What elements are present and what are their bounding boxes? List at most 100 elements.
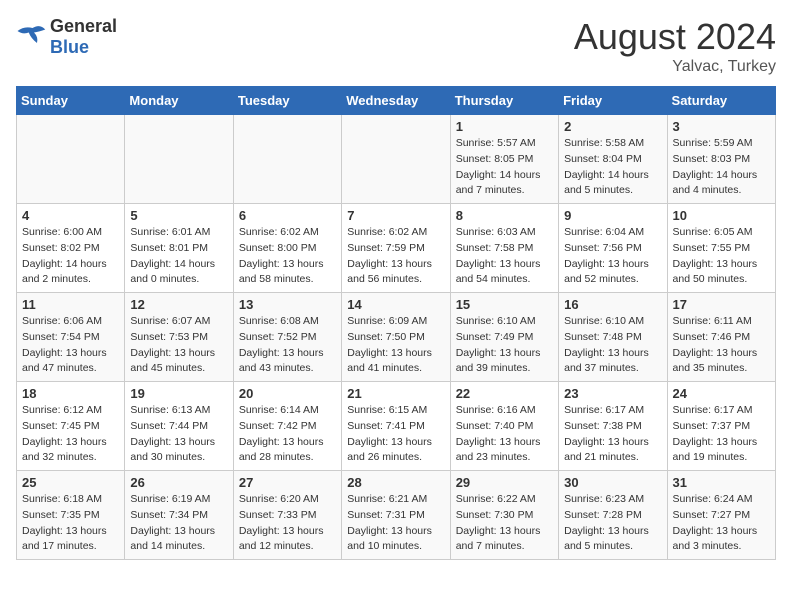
day-number: 21 <box>347 386 444 401</box>
calendar-cell <box>342 115 450 204</box>
day-info: Sunrise: 6:08 AM Sunset: 7:52 PM Dayligh… <box>239 314 336 377</box>
day-info: Sunrise: 5:57 AM Sunset: 8:05 PM Dayligh… <box>456 136 553 199</box>
day-info: Sunrise: 6:17 AM Sunset: 7:37 PM Dayligh… <box>673 403 770 466</box>
calendar-cell: 2 Sunrise: 5:58 AM Sunset: 8:04 PM Daylig… <box>559 115 667 204</box>
logo-text: GeneralBlue <box>50 16 117 58</box>
day-number: 8 <box>456 208 553 223</box>
day-number: 1 <box>456 119 553 134</box>
calendar-cell: 12Sunrise: 6:07 AM Sunset: 7:53 PM Dayli… <box>125 293 233 382</box>
day-number: 9 <box>564 208 661 223</box>
logo: GeneralBlue <box>16 16 117 58</box>
calendar-cell: 20 Sunrise: 6:14 AM Sunset: 7:42 PM Dayli… <box>233 382 341 471</box>
location-subtitle: Yalvac, Turkey <box>574 58 776 76</box>
day-number: 10 <box>673 208 770 223</box>
day-number: 5 <box>130 208 227 223</box>
day-info: Sunrise: 6:14 AM Sunset: 7:42 PM Dayligh… <box>239 403 336 466</box>
day-info: Sunrise: 6:21 AM Sunset: 7:31 PM Dayligh… <box>347 492 444 555</box>
calendar-cell <box>17 115 125 204</box>
day-number: 7 <box>347 208 444 223</box>
calendar-cell: 25 Sunrise: 6:18 AM Sunset: 7:35 PM Dayli… <box>17 471 125 560</box>
calendar-cell: 10 Sunrise: 6:05 AM Sunset: 7:55 PM Dayli… <box>667 204 775 293</box>
calendar-cell: 4 Sunrise: 6:00 AM Sunset: 8:02 PM Daylig… <box>17 204 125 293</box>
day-info: Sunrise: 6:01 AM Sunset: 8:01 PM Dayligh… <box>130 225 227 288</box>
weekday-header-row: SundayMondayTuesdayWednesdayThursdayFrid… <box>17 87 776 115</box>
day-number: 6 <box>239 208 336 223</box>
day-info: Sunrise: 6:03 AM Sunset: 7:58 PM Dayligh… <box>456 225 553 288</box>
calendar-cell: 7 Sunrise: 6:02 AM Sunset: 7:59 PM Daylig… <box>342 204 450 293</box>
day-number: 23 <box>564 386 661 401</box>
weekday-header-saturday: Saturday <box>667 87 775 115</box>
calendar-week-row-2: 4 Sunrise: 6:00 AM Sunset: 8:02 PM Daylig… <box>17 204 776 293</box>
day-number: 14 <box>347 297 444 312</box>
calendar-cell: 13 Sunrise: 6:08 AM Sunset: 7:52 PM Dayli… <box>233 293 341 382</box>
calendar-cell: 27Sunrise: 6:20 AM Sunset: 7:33 PM Dayli… <box>233 471 341 560</box>
title-block: August 2024 Yalvac, Turkey <box>574 16 776 76</box>
day-info: Sunrise: 6:11 AM Sunset: 7:46 PM Dayligh… <box>673 314 770 377</box>
calendar-cell: 1 Sunrise: 5:57 AM Sunset: 8:05 PM Daylig… <box>450 115 558 204</box>
calendar-cell: 11Sunrise: 6:06 AM Sunset: 7:54 PM Dayli… <box>17 293 125 382</box>
weekday-header-friday: Friday <box>559 87 667 115</box>
calendar-cell: 24 Sunrise: 6:17 AM Sunset: 7:37 PM Dayli… <box>667 382 775 471</box>
calendar-week-row-5: 25 Sunrise: 6:18 AM Sunset: 7:35 PM Dayli… <box>17 471 776 560</box>
logo-bird-icon <box>16 22 46 52</box>
day-number: 15 <box>456 297 553 312</box>
day-number: 12 <box>130 297 227 312</box>
day-number: 4 <box>22 208 119 223</box>
day-info: Sunrise: 6:19 AM Sunset: 7:34 PM Dayligh… <box>130 492 227 555</box>
day-info: Sunrise: 6:10 AM Sunset: 7:49 PM Dayligh… <box>456 314 553 377</box>
day-info: Sunrise: 6:05 AM Sunset: 7:55 PM Dayligh… <box>673 225 770 288</box>
calendar-cell: 31Sunrise: 6:24 AM Sunset: 7:27 PM Dayli… <box>667 471 775 560</box>
calendar-cell: 17 Sunrise: 6:11 AM Sunset: 7:46 PM Dayli… <box>667 293 775 382</box>
day-number: 18 <box>22 386 119 401</box>
day-number: 27 <box>239 475 336 490</box>
day-number: 25 <box>22 475 119 490</box>
day-number: 26 <box>130 475 227 490</box>
weekday-header-tuesday: Tuesday <box>233 87 341 115</box>
day-info: Sunrise: 6:00 AM Sunset: 8:02 PM Dayligh… <box>22 225 119 288</box>
day-number: 30 <box>564 475 661 490</box>
calendar-cell: 19Sunrise: 6:13 AM Sunset: 7:44 PM Dayli… <box>125 382 233 471</box>
day-info: Sunrise: 6:02 AM Sunset: 7:59 PM Dayligh… <box>347 225 444 288</box>
day-number: 24 <box>673 386 770 401</box>
day-info: Sunrise: 5:58 AM Sunset: 8:04 PM Dayligh… <box>564 136 661 199</box>
weekday-header-wednesday: Wednesday <box>342 87 450 115</box>
calendar-week-row-3: 11Sunrise: 6:06 AM Sunset: 7:54 PM Dayli… <box>17 293 776 382</box>
day-number: 17 <box>673 297 770 312</box>
calendar-cell: 6Sunrise: 6:02 AM Sunset: 8:00 PM Daylig… <box>233 204 341 293</box>
day-info: Sunrise: 6:16 AM Sunset: 7:40 PM Dayligh… <box>456 403 553 466</box>
day-info: Sunrise: 6:04 AM Sunset: 7:56 PM Dayligh… <box>564 225 661 288</box>
day-info: Sunrise: 6:24 AM Sunset: 7:27 PM Dayligh… <box>673 492 770 555</box>
calendar-cell <box>233 115 341 204</box>
calendar-week-row-1: 1 Sunrise: 5:57 AM Sunset: 8:05 PM Daylig… <box>17 115 776 204</box>
weekday-header-thursday: Thursday <box>450 87 558 115</box>
calendar-cell: 22 Sunrise: 6:16 AM Sunset: 7:40 PM Dayli… <box>450 382 558 471</box>
day-number: 16 <box>564 297 661 312</box>
calendar-cell: 16 Sunrise: 6:10 AM Sunset: 7:48 PM Dayli… <box>559 293 667 382</box>
day-info: Sunrise: 5:59 AM Sunset: 8:03 PM Dayligh… <box>673 136 770 199</box>
page-header: GeneralBlue August 2024 Yalvac, Turkey <box>16 16 776 76</box>
day-number: 3 <box>673 119 770 134</box>
month-year-title: August 2024 <box>574 16 776 58</box>
calendar-cell: 15 Sunrise: 6:10 AM Sunset: 7:49 PM Dayli… <box>450 293 558 382</box>
day-number: 29 <box>456 475 553 490</box>
day-number: 28 <box>347 475 444 490</box>
day-info: Sunrise: 6:18 AM Sunset: 7:35 PM Dayligh… <box>22 492 119 555</box>
calendar-cell: 3 Sunrise: 5:59 AM Sunset: 8:03 PM Daylig… <box>667 115 775 204</box>
day-info: Sunrise: 6:15 AM Sunset: 7:41 PM Dayligh… <box>347 403 444 466</box>
calendar-cell: 30 Sunrise: 6:23 AM Sunset: 7:28 PM Dayli… <box>559 471 667 560</box>
day-number: 22 <box>456 386 553 401</box>
day-info: Sunrise: 6:23 AM Sunset: 7:28 PM Dayligh… <box>564 492 661 555</box>
day-number: 20 <box>239 386 336 401</box>
calendar-cell: 26 Sunrise: 6:19 AM Sunset: 7:34 PM Dayli… <box>125 471 233 560</box>
calendar-cell: 14 Sunrise: 6:09 AM Sunset: 7:50 PM Dayli… <box>342 293 450 382</box>
calendar-cell: 29Sunrise: 6:22 AM Sunset: 7:30 PM Dayli… <box>450 471 558 560</box>
day-info: Sunrise: 6:09 AM Sunset: 7:50 PM Dayligh… <box>347 314 444 377</box>
day-info: Sunrise: 6:17 AM Sunset: 7:38 PM Dayligh… <box>564 403 661 466</box>
day-number: 19 <box>130 386 227 401</box>
day-number: 2 <box>564 119 661 134</box>
day-number: 11 <box>22 297 119 312</box>
day-number: 13 <box>239 297 336 312</box>
day-info: Sunrise: 6:10 AM Sunset: 7:48 PM Dayligh… <box>564 314 661 377</box>
calendar-cell: 8 Sunrise: 6:03 AM Sunset: 7:58 PM Daylig… <box>450 204 558 293</box>
weekday-header-monday: Monday <box>125 87 233 115</box>
